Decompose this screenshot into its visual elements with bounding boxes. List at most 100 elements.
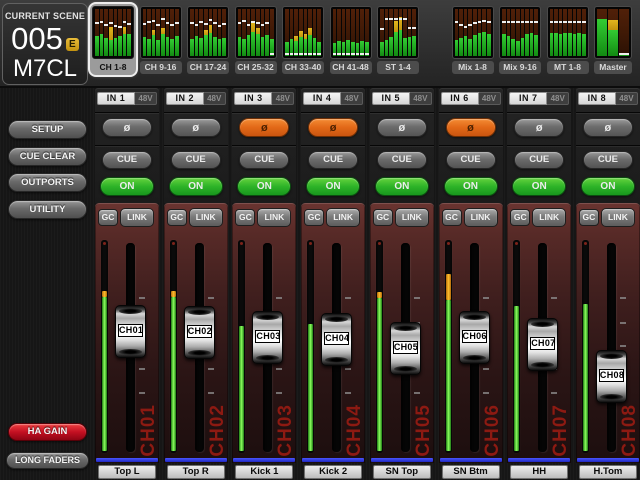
gain-compensation-button[interactable]: GC: [304, 209, 325, 226]
fader-cap[interactable]: CH01: [115, 305, 146, 358]
tab-meter-bar: [108, 9, 113, 56]
gain-compensation-button[interactable]: GC: [578, 209, 599, 226]
tab-meter-bar: [554, 9, 558, 56]
fader-scale-tick: [345, 297, 352, 299]
level-meter: [101, 240, 108, 453]
phase-button[interactable]: ø: [239, 118, 290, 137]
meter-bridge-tab[interactable]: Master: [592, 4, 634, 75]
tab-meter-display: [377, 6, 419, 59]
phase-button[interactable]: ø: [376, 118, 427, 137]
phase-button[interactable]: ø: [170, 118, 221, 137]
phantom-48v-badge: 48V: [135, 92, 157, 105]
cue-button[interactable]: CUE: [239, 151, 290, 169]
channel-id-vertical: CH02: [206, 404, 228, 457]
tab-meter-bar: [222, 9, 226, 56]
link-button[interactable]: LINK: [394, 208, 429, 227]
phase-button[interactable]: ø: [582, 118, 633, 137]
on-button[interactable]: ON: [306, 177, 361, 196]
cue-button[interactable]: CUE: [445, 151, 496, 169]
link-button[interactable]: LINK: [188, 208, 223, 227]
gain-compensation-button[interactable]: GC: [510, 209, 531, 226]
gain-compensation-button[interactable]: GC: [166, 209, 187, 226]
phase-button[interactable]: ø: [514, 118, 565, 137]
cue-button[interactable]: CUE: [102, 151, 152, 169]
meter-bridge-tab[interactable]: CH 17-24: [185, 4, 231, 75]
gain-compensation-button[interactable]: GC: [98, 209, 118, 226]
channel-strip: IN 1 48V ø CUE ON GC LINK CH01 CH01 Top: [95, 88, 159, 480]
long-faders-button[interactable]: LONG FADERS: [6, 452, 89, 469]
gain-compensation-button[interactable]: GC: [441, 209, 462, 226]
setup-button[interactable]: SETUP: [8, 120, 87, 139]
phase-button[interactable]: ø: [102, 118, 152, 137]
fader-cap[interactable]: CH04: [321, 313, 353, 366]
meter-bridge-tab[interactable]: MT 1-8: [545, 4, 591, 75]
meter-bridge-tab[interactable]: Mix 9-16: [497, 4, 543, 75]
cue-button[interactable]: CUE: [582, 151, 633, 169]
ha-gain-button[interactable]: HA GAIN: [8, 423, 87, 441]
meter-bridge-tab[interactable]: CH 9-16: [138, 4, 184, 75]
tab-meter-bar: [99, 9, 104, 56]
link-button[interactable]: LINK: [120, 208, 154, 227]
on-button[interactable]: ON: [374, 177, 429, 196]
phase-button[interactable]: ø: [308, 118, 359, 137]
on-button[interactable]: ON: [580, 177, 635, 196]
channel-name-label: SN Top: [372, 465, 431, 479]
on-button[interactable]: ON: [100, 177, 154, 196]
on-button[interactable]: ON: [443, 177, 498, 196]
channel-strip-area: IN 1 48V ø CUE ON GC LINK CH01 CH01 Top: [95, 88, 640, 480]
channel-color-bar: [439, 458, 502, 462]
tab-meter-bar: [142, 9, 147, 56]
scene-number: 005: [11, 21, 63, 56]
fader-cap[interactable]: CH06: [458, 311, 490, 364]
tab-meter-display: [499, 6, 541, 59]
tab-meter-bar: [511, 9, 515, 56]
meter-bridge-tab[interactable]: Mix 1-8: [450, 4, 496, 75]
header-divider: [507, 145, 572, 146]
link-button[interactable]: LINK: [326, 208, 361, 227]
peak-led: [583, 242, 587, 245]
utility-button[interactable]: UTILITY: [8, 200, 87, 219]
meter-bridge-tab[interactable]: CH 25-32: [233, 4, 279, 75]
fader-cap-label: CH07: [530, 337, 556, 350]
console-model: M7CL: [12, 55, 78, 82]
link-button[interactable]: LINK: [600, 208, 635, 227]
on-button[interactable]: ON: [512, 177, 567, 196]
tab-meter-display: [282, 6, 324, 59]
link-button[interactable]: LINK: [257, 208, 292, 227]
input-patch-row: IN 6 48V: [440, 92, 501, 105]
channel-id-vertical: CH07: [550, 404, 572, 457]
cue-button[interactable]: CUE: [376, 151, 427, 169]
tab-meter-bar: [346, 9, 350, 56]
fader-cap[interactable]: CH02: [183, 306, 215, 359]
meter-bridge-tab[interactable]: CH 33-40: [280, 4, 326, 75]
on-button[interactable]: ON: [168, 177, 223, 196]
cue-button[interactable]: CUE: [514, 151, 565, 169]
on-button[interactable]: ON: [237, 177, 292, 196]
tab-meter-bar: [389, 9, 393, 56]
meter-level-fill: [582, 304, 588, 451]
gain-compensation-button[interactable]: GC: [235, 209, 256, 226]
gain-compensation-button[interactable]: GC: [372, 209, 393, 226]
cue-clear-button[interactable]: CUE CLEAR: [8, 147, 87, 166]
channel-name-label: Top L: [98, 465, 156, 479]
fader-scale-tick: [619, 322, 626, 324]
meter-bridge-tab[interactable]: CH 1-8: [90, 4, 136, 75]
outports-button[interactable]: OUTPORTS: [8, 173, 87, 192]
fader-cap[interactable]: CH05: [389, 322, 421, 375]
fader-cap[interactable]: CH03: [252, 311, 284, 364]
meter-bridge-tab[interactable]: CH 41-48: [328, 4, 374, 75]
phase-button[interactable]: ø: [445, 118, 496, 137]
cue-button[interactable]: CUE: [170, 151, 221, 169]
link-button[interactable]: LINK: [532, 208, 567, 227]
cue-button[interactable]: CUE: [308, 151, 359, 169]
fader-scale-tick: [482, 392, 489, 394]
fader-cap[interactable]: CH08: [595, 350, 627, 403]
tab-meter-bar: [246, 9, 251, 56]
meter-level-fill: [445, 300, 451, 451]
fader-scale-tick: [207, 297, 214, 299]
tab-meter-bar: [549, 9, 554, 56]
fader-cap[interactable]: CH07: [527, 318, 559, 371]
tab-meter-bar: [208, 9, 213, 56]
link-button[interactable]: LINK: [463, 208, 498, 227]
meter-bridge-tab[interactable]: ST 1-4: [375, 4, 421, 75]
